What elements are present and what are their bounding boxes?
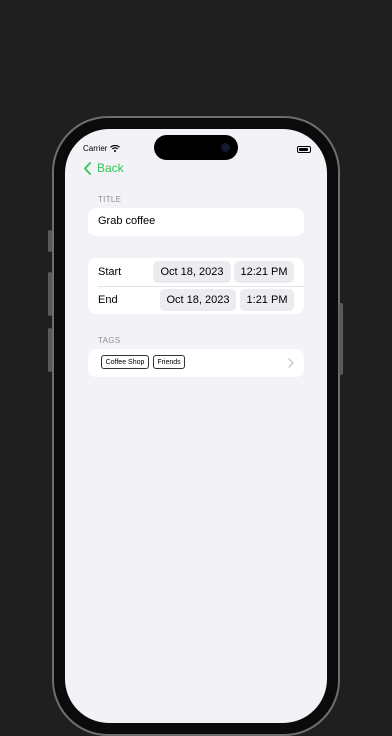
- volume-up-button: [48, 272, 52, 316]
- end-row: End Oct 18, 2023 1:21 PM: [88, 286, 304, 314]
- tags-section-label: TAGS: [98, 336, 121, 345]
- tags-row[interactable]: Coffee Shop Friends: [88, 349, 304, 377]
- silent-switch: [48, 230, 52, 252]
- end-time-picker[interactable]: 1:21 PM: [240, 289, 294, 311]
- tag-chip: Coffee Shop: [101, 355, 149, 369]
- start-time-picker[interactable]: 12:21 PM: [234, 261, 294, 283]
- tag-chip: Friends: [153, 355, 185, 369]
- title-section-label: TITLE: [98, 195, 122, 204]
- carrier-label: Carrier: [83, 144, 108, 153]
- start-label: Start: [98, 266, 122, 278]
- back-button[interactable]: Back: [83, 161, 124, 175]
- back-label: Back: [97, 161, 124, 175]
- title-value: Grab coffee: [98, 215, 156, 227]
- power-button: [339, 303, 343, 375]
- chevron-left-icon: [84, 161, 91, 175]
- dynamic-island: [154, 135, 238, 160]
- volume-down-button: [48, 328, 52, 372]
- dates-card: Start Oct 18, 2023 12:21 PM End Oct 18, …: [88, 258, 304, 314]
- wifi-icon: [110, 145, 120, 152]
- battery-icon: [297, 146, 311, 153]
- title-field[interactable]: Grab coffee: [88, 208, 304, 236]
- start-row: Start Oct 18, 2023 12:21 PM: [88, 258, 304, 286]
- camera-icon: [221, 143, 230, 152]
- start-date-picker[interactable]: Oct 18, 2023: [153, 261, 231, 283]
- chevron-right-icon: [288, 358, 294, 368]
- end-label: End: [98, 294, 118, 306]
- end-date-picker[interactable]: Oct 18, 2023: [160, 289, 236, 311]
- screen: Carrier Back TITLE Grab coffee Start Oct…: [65, 129, 327, 723]
